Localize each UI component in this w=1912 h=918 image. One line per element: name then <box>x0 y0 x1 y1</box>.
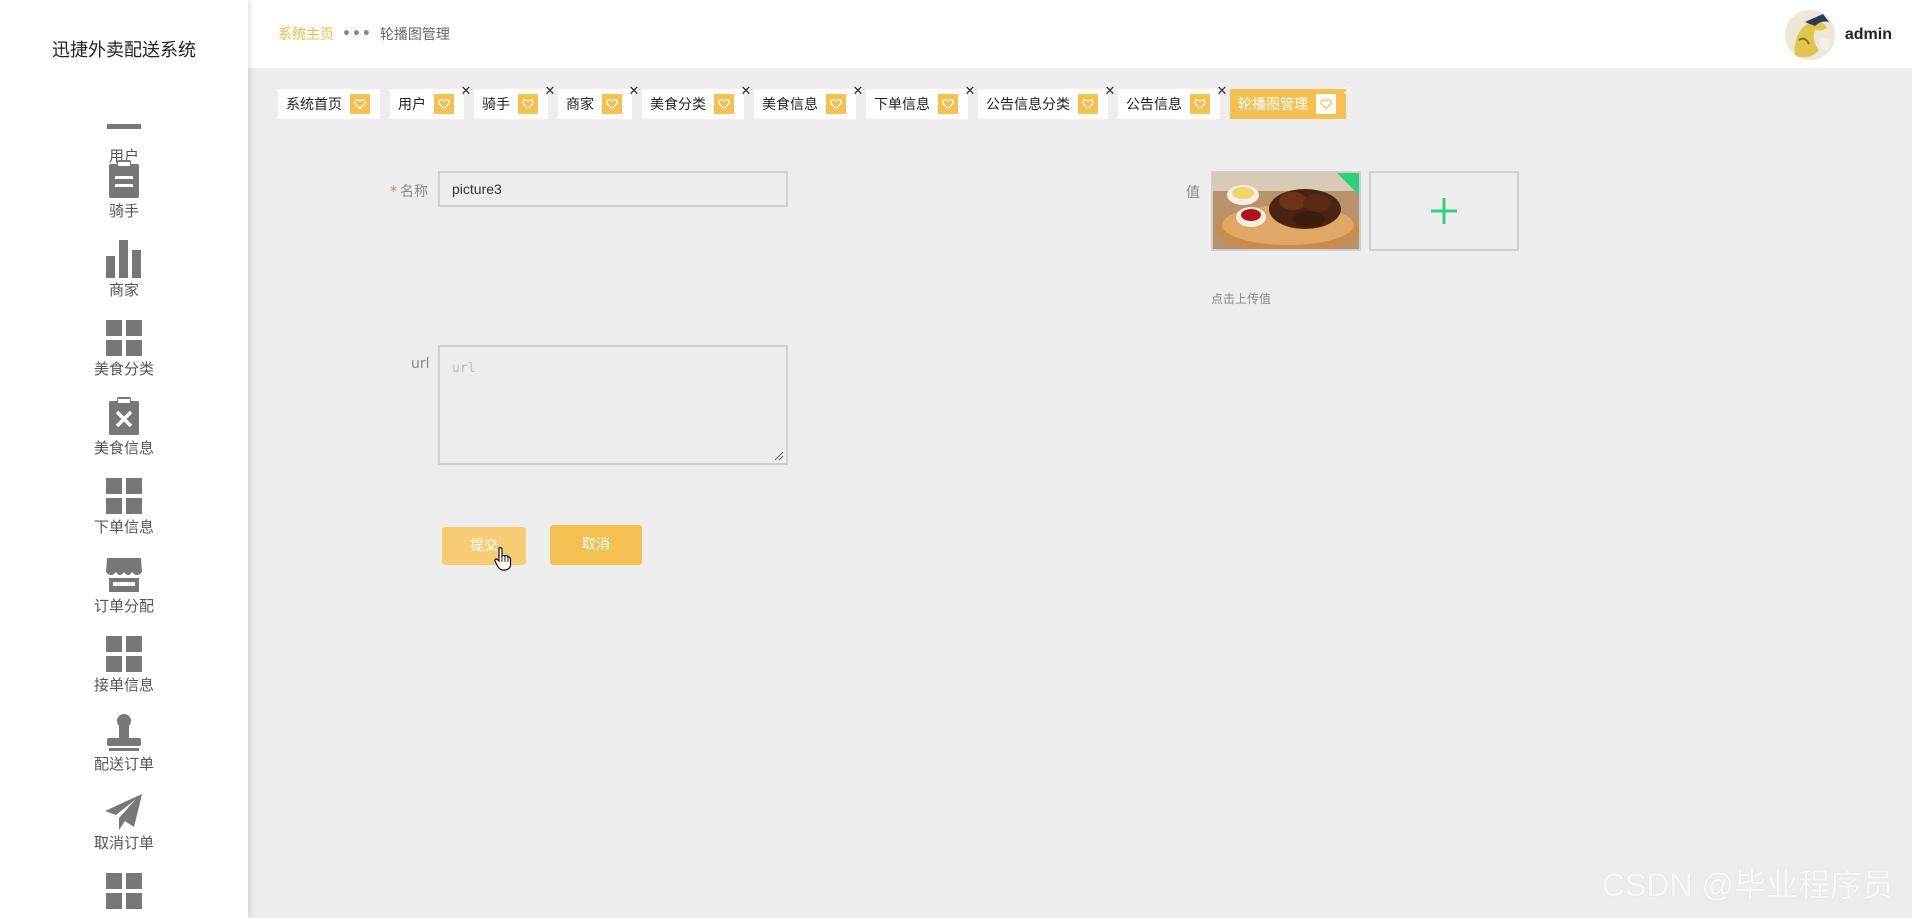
name-label-text: 名称 <box>400 184 428 200</box>
tab-bar: 系统首页 用户 ✕ 骑手 ✕ 商家 ✕ 美食分类 ✕ 美食信息 ✕ 下单信息 ✕… <box>278 85 1356 119</box>
hand-cursor-icon <box>494 547 512 571</box>
breadcrumb-separator: ••• <box>342 26 372 42</box>
sidebar: 迅捷外卖配送系统 用户 骑手 商家 美食分类 美食信息 下单信息 订单分配 接单… <box>0 0 248 918</box>
tab-label: 公告信息分类 <box>986 97 1070 113</box>
sidebar-item-riders[interactable]: 骑手 <box>0 155 248 234</box>
grid-icon <box>104 629 144 673</box>
name-field[interactable]: picture3 <box>438 171 788 207</box>
sidebar-item-label: 美食信息 <box>93 439 154 457</box>
heart-icon <box>434 94 454 114</box>
tab-home[interactable]: 系统首页 <box>278 89 380 119</box>
clipboard-icon <box>104 155 144 199</box>
tab-label: 公告信息 <box>1126 97 1182 113</box>
food-image <box>1213 173 1359 249</box>
url-textarea[interactable]: url <box>438 345 788 465</box>
close-icon[interactable]: ✕ <box>1104 85 1116 99</box>
user-icon <box>104 100 144 144</box>
sidebar-item-label: 骑手 <box>108 202 139 220</box>
sidebar-item-label: 下单信息 <box>93 518 154 536</box>
breadcrumb: 系统主页 ••• 轮播图管理 <box>278 24 450 44</box>
store-icon <box>104 550 144 594</box>
breadcrumb-current: 轮播图管理 <box>379 27 450 43</box>
tab-label: 用户 <box>398 97 426 113</box>
avatar[interactable] <box>1784 10 1835 60</box>
heart-icon <box>826 94 846 114</box>
close-icon[interactable]: ✕ <box>740 85 752 99</box>
upload-add-button[interactable] <box>1369 171 1519 251</box>
sidebar-item-food-info[interactable]: 美食信息 <box>0 392 248 471</box>
user-menu[interactable]: admin <box>1784 10 1892 60</box>
top-header: 系统主页 ••• 轮播图管理 admin <box>248 0 1912 68</box>
close-icon[interactable]: ✕ <box>964 85 976 99</box>
close-icon[interactable]: ✕ <box>544 85 556 99</box>
url-placeholder: url <box>452 361 476 376</box>
sidebar-item-cancel-orders[interactable]: 取消订单 <box>0 787 248 866</box>
sidebar-item-label: 美食分类 <box>93 360 154 378</box>
sidebar-item-merchants[interactable]: 商家 <box>0 234 248 313</box>
grid-icon <box>104 471 144 515</box>
resize-grip-icon[interactable] <box>774 451 784 461</box>
close-icon[interactable]: ✕ <box>1342 85 1354 99</box>
sidebar-item-label: 取消订单 <box>93 834 154 852</box>
heart-icon <box>1316 94 1336 114</box>
sidebar-item-food-category[interactable]: 美食分类 <box>0 313 248 392</box>
uploaded-image-thumbnail[interactable] <box>1211 171 1361 251</box>
tab-label: 美食信息 <box>762 97 818 113</box>
required-mark: * <box>390 184 397 200</box>
paper-plane-icon <box>104 787 144 831</box>
upload-tip: 点击上传值 <box>1211 292 1272 306</box>
watermark: CSDN @毕业程序员 <box>1601 867 1894 903</box>
breadcrumb-home[interactable]: 系统主页 <box>278 24 334 44</box>
sidebar-item-label: 配送订单 <box>93 755 154 773</box>
value-label: 值 <box>1186 185 1200 201</box>
heart-icon <box>714 94 734 114</box>
sidebar-item-label: 订单分配 <box>93 597 154 615</box>
close-icon[interactable]: ✕ <box>628 85 640 99</box>
app-title: 迅捷外卖配送系统 <box>52 40 196 61</box>
clipboard-x-icon <box>104 392 144 436</box>
tab-label: 系统首页 <box>286 97 342 113</box>
tab-food-info[interactable]: 美食信息 ✕ <box>754 85 863 119</box>
url-label: url <box>411 356 430 372</box>
grid-icon <box>104 313 144 357</box>
cancel-button[interactable]: 取消 <box>550 525 642 565</box>
tab-order-info[interactable]: 下单信息 ✕ <box>866 85 975 119</box>
sidebar-item-order-assign[interactable]: 订单分配 <box>0 550 248 629</box>
tab-riders[interactable]: 骑手 ✕ <box>474 85 555 119</box>
tab-label: 下单信息 <box>874 97 930 113</box>
sidebar-item-delivery-orders[interactable]: 配送订单 <box>0 708 248 787</box>
close-icon[interactable]: ✕ <box>460 85 472 99</box>
close-icon[interactable]: ✕ <box>852 85 864 99</box>
heart-icon <box>350 94 370 114</box>
heart-icon <box>518 94 538 114</box>
tab-merchants[interactable]: 商家 ✕ <box>558 85 639 119</box>
heart-icon <box>602 94 622 114</box>
sidebar-item-order-info[interactable]: 下单信息 <box>0 471 248 550</box>
tab-food-category[interactable]: 美食分类 ✕ <box>642 85 751 119</box>
tab-carousel-manage[interactable]: 轮播图管理 ✕ <box>1230 85 1353 119</box>
tab-label: 骑手 <box>482 97 510 113</box>
sidebar-item-label: 接单信息 <box>93 676 154 694</box>
sidebar-item-more[interactable] <box>0 866 248 918</box>
heart-icon <box>1078 94 1098 114</box>
submit-button[interactable]: 提交 <box>442 527 526 565</box>
heart-icon <box>1190 94 1210 114</box>
stamp-icon <box>104 708 144 752</box>
tab-label: 轮播图管理 <box>1238 97 1308 113</box>
name-label: * 名称 <box>390 181 428 201</box>
tab-label: 美食分类 <box>650 97 706 113</box>
bar-chart-icon <box>104 234 144 278</box>
sidebar-item-accept-info[interactable]: 接单信息 <box>0 629 248 708</box>
tab-notice-category[interactable]: 公告信息分类 ✕ <box>978 85 1115 119</box>
username[interactable]: admin <box>1845 26 1892 44</box>
tab-notice-info[interactable]: 公告信息 ✕ <box>1118 85 1227 119</box>
tab-users[interactable]: 用户 ✕ <box>390 85 471 119</box>
close-icon[interactable]: ✕ <box>1216 85 1228 99</box>
sidebar-item-label: 商家 <box>108 281 139 299</box>
plus-icon <box>1431 198 1457 224</box>
heart-icon <box>938 94 958 114</box>
tab-label: 商家 <box>566 97 594 113</box>
grid-icon <box>104 866 144 910</box>
